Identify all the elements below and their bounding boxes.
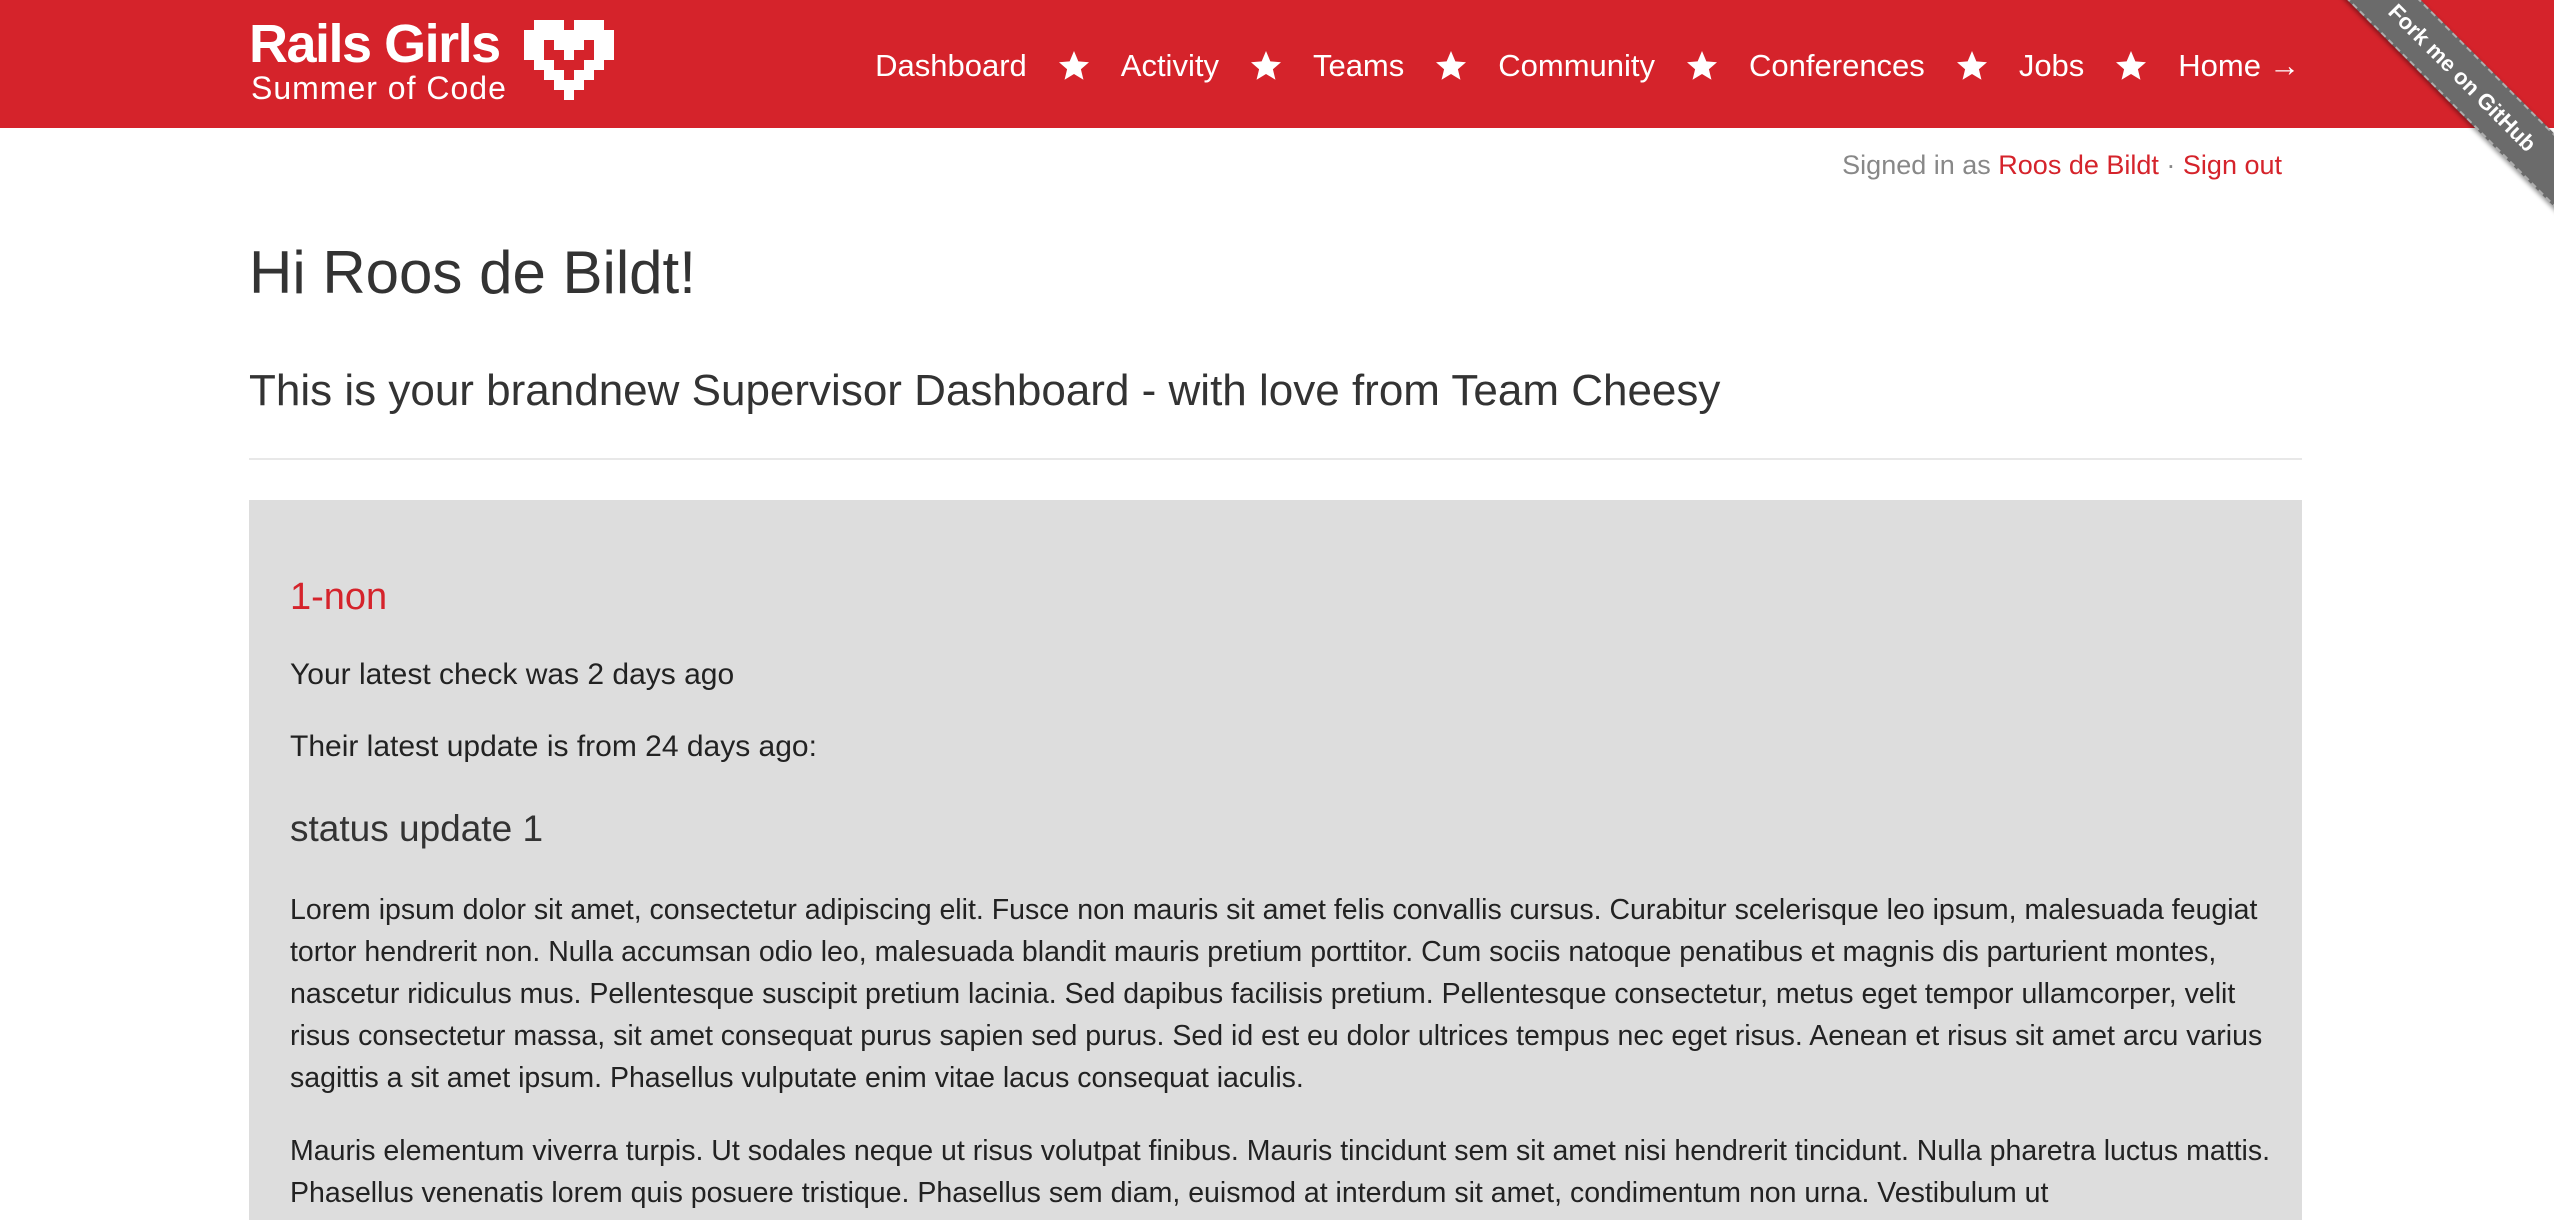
star-icon: [1058, 51, 1089, 80]
nav-dashboard[interactable]: Dashboard: [875, 38, 1027, 94]
latest-check-text: Your latest check was 2 days ago: [290, 658, 735, 691]
divider: [249, 458, 2302, 460]
nav-home-label: Home: [2178, 48, 2261, 83]
top-navbar: Rails Girls Summer of Code Dashboard Act…: [0, 0, 2554, 128]
fork-on-github-ribbon[interactable]: Fork me on GitHub: [2323, 0, 2554, 217]
logo-subtitle: Summer of Code: [251, 70, 507, 106]
star-icon: [1956, 51, 1987, 80]
current-user-link[interactable]: Roos de Bildt: [1998, 150, 2159, 180]
sign-out-link[interactable]: Sign out: [2183, 150, 2282, 180]
logo-title: Rails Girls: [249, 14, 501, 74]
page-title: Hi Roos de Bildt!: [249, 239, 696, 306]
nav-teams[interactable]: Teams: [1313, 38, 1404, 94]
star-icon: [1250, 51, 1281, 80]
star-icon: [2116, 51, 2147, 80]
page-subtitle: This is your brandnew Supervisor Dashboa…: [249, 366, 1721, 415]
pixel-heart-icon: [524, 20, 614, 100]
team-card: 1-non Your latest check was 2 days ago T…: [249, 500, 2302, 1220]
session-separator: ·: [2166, 150, 2176, 180]
main-nav: Dashboard Activity Teams Community Confe…: [875, 38, 2300, 94]
status-update-paragraph: Mauris elementum viverra turpis. Ut soda…: [290, 1135, 2271, 1209]
nav-community[interactable]: Community: [1498, 38, 1655, 94]
nav-activity[interactable]: Activity: [1121, 38, 1219, 94]
signed-in-label: Signed in as: [1842, 150, 1991, 180]
session-info: Signed in as Roos de Bildt · Sign out: [1842, 150, 2282, 181]
nav-jobs[interactable]: Jobs: [2019, 38, 2084, 94]
status-update-title: status update 1: [290, 808, 544, 849]
latest-update-text: Their latest update is from 24 days ago:: [290, 730, 817, 763]
nav-conferences[interactable]: Conferences: [1749, 38, 1925, 94]
nav-home[interactable]: Home →: [2178, 38, 2300, 94]
github-ribbon-container: Fork me on GitHub: [2294, 0, 2554, 260]
team-name-link[interactable]: 1-non: [290, 576, 387, 619]
star-icon: [1687, 51, 1718, 80]
star-icon: [1436, 51, 1467, 80]
status-update-paragraph: Lorem ipsum dolor sit amet, consectetur …: [290, 894, 2263, 1094]
ribbon-label: Fork me on GitHub: [2383, 0, 2542, 157]
